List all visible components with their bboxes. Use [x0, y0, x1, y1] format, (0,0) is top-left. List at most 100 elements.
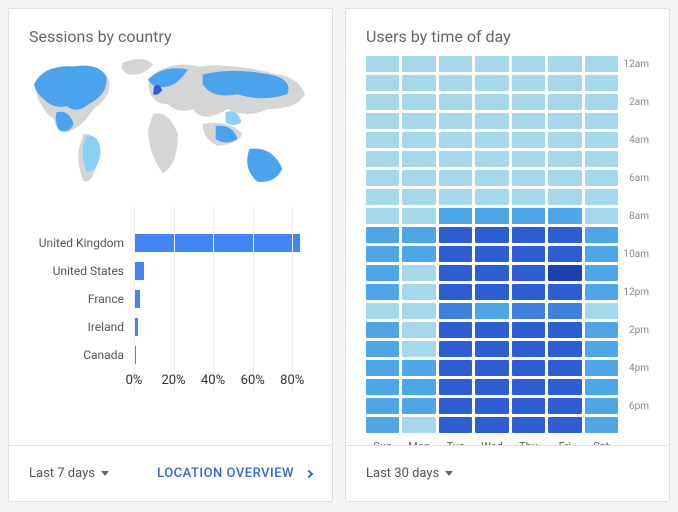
heatmap-cell [585, 341, 618, 357]
heatmap-cell [512, 265, 545, 281]
heatmap-cell [402, 322, 435, 338]
bar-fill [134, 234, 300, 252]
caret-down-icon [445, 471, 453, 476]
heatmap-cell [475, 284, 508, 300]
heatmap-cell [366, 132, 399, 148]
heatmap-cell [366, 303, 399, 319]
heatmap-cell [402, 398, 435, 414]
heatmap-cell [585, 75, 618, 91]
day-label: Thu [512, 436, 545, 445]
daterange-selector[interactable]: Last 30 days [366, 466, 453, 481]
day-label: Sat [585, 436, 618, 445]
heatmap-cell [512, 151, 545, 167]
daterange-label: Last 30 days [366, 466, 439, 481]
heatmap-cell [585, 94, 618, 110]
heatmap-cell [548, 56, 581, 72]
heatmap-cell [475, 417, 508, 433]
heatmap-cell [366, 284, 399, 300]
heatmap-cell [366, 246, 399, 262]
heatmap-cell [402, 379, 435, 395]
heatmap-cell [475, 132, 508, 148]
heatmap-cell [475, 265, 508, 281]
heatmap-cell [366, 94, 399, 110]
hour-label [621, 151, 649, 167]
heatmap-cell [402, 113, 435, 129]
hour-label [621, 75, 649, 91]
heatmap-cell [512, 341, 545, 357]
heatmap-cell [439, 341, 472, 357]
hour-label: 6am [621, 170, 649, 186]
heatmap-cell [512, 113, 545, 129]
heatmap-cell [402, 246, 435, 262]
heatmap-cell [585, 398, 618, 414]
heatmap-cell [439, 75, 472, 91]
heatmap-cell [585, 170, 618, 186]
bar-row: France [29, 285, 312, 313]
heatmap-cell [548, 113, 581, 129]
day-label: Fri [548, 436, 581, 445]
heatmap-cell [439, 132, 472, 148]
heatmap-cell [439, 189, 472, 205]
heatmap-cell [585, 417, 618, 433]
heatmap-cell [548, 284, 581, 300]
heatmap-cell [439, 360, 472, 376]
day-label: Wed [475, 436, 508, 445]
heatmap-cell [585, 132, 618, 148]
heatmap-cell [585, 284, 618, 300]
bar-label: United States [29, 264, 134, 278]
country-bar-chart: United Kingdom United States France Irel… [29, 229, 312, 397]
heatmap-cell [439, 113, 472, 129]
heatmap-cell [475, 360, 508, 376]
heatmap: 12am2am4am6am8am10am12pm2pm4pm6pm [366, 56, 649, 433]
heatmap-cell [475, 170, 508, 186]
daterange-selector[interactable]: Last 7 days [29, 466, 109, 481]
hour-label [621, 189, 649, 205]
heatmap-cell [402, 303, 435, 319]
heatmap-cell [475, 379, 508, 395]
bar-row: United States [29, 257, 312, 285]
bar-fill [134, 318, 138, 336]
heatmap-cell [366, 341, 399, 357]
heatmap-cell [512, 417, 545, 433]
heatmap-cell [366, 398, 399, 414]
heatmap-cell [585, 379, 618, 395]
heatmap-cell [402, 265, 435, 281]
heatmap-cell [366, 227, 399, 243]
heatmap-cell [548, 265, 581, 281]
bar-label: France [29, 292, 134, 306]
bar-row: Ireland [29, 313, 312, 341]
hour-label [621, 417, 649, 433]
heatmap-cell [512, 75, 545, 91]
heatmap-cell [512, 284, 545, 300]
hour-label: 4pm [621, 360, 649, 376]
card-title: Users by time of day [346, 9, 669, 54]
heatmap-cell [512, 94, 545, 110]
heatmap-cell [512, 56, 545, 72]
heatmap-cell [548, 94, 581, 110]
axis-tick: 40% [201, 373, 225, 388]
heatmap-cell [366, 208, 399, 224]
bar-fill [134, 346, 136, 364]
day-label: Sun [366, 436, 399, 445]
heatmap-cell [548, 341, 581, 357]
heatmap-cell [366, 417, 399, 433]
heatmap-cell [402, 417, 435, 433]
bar-label: Canada [29, 348, 134, 362]
card-sessions-by-country: Sessions by country [8, 8, 333, 502]
heatmap-cell [402, 132, 435, 148]
heatmap-cell [439, 398, 472, 414]
heatmap-cell [475, 246, 508, 262]
heatmap-cell [512, 246, 545, 262]
hour-label [621, 379, 649, 395]
axis-tick: 20% [161, 373, 185, 388]
heatmap-cell [366, 56, 399, 72]
bar-label: United Kingdom [29, 236, 134, 250]
location-overview-link[interactable]: LOCATION OVERVIEW [157, 466, 312, 481]
heatmap-cell [512, 132, 545, 148]
heatmap-cell [512, 379, 545, 395]
heatmap-cell [402, 360, 435, 376]
hour-label: 2pm [621, 322, 649, 338]
hour-label: 8am [621, 208, 649, 224]
day-label: Tue [439, 436, 472, 445]
heatmap-cell [402, 341, 435, 357]
